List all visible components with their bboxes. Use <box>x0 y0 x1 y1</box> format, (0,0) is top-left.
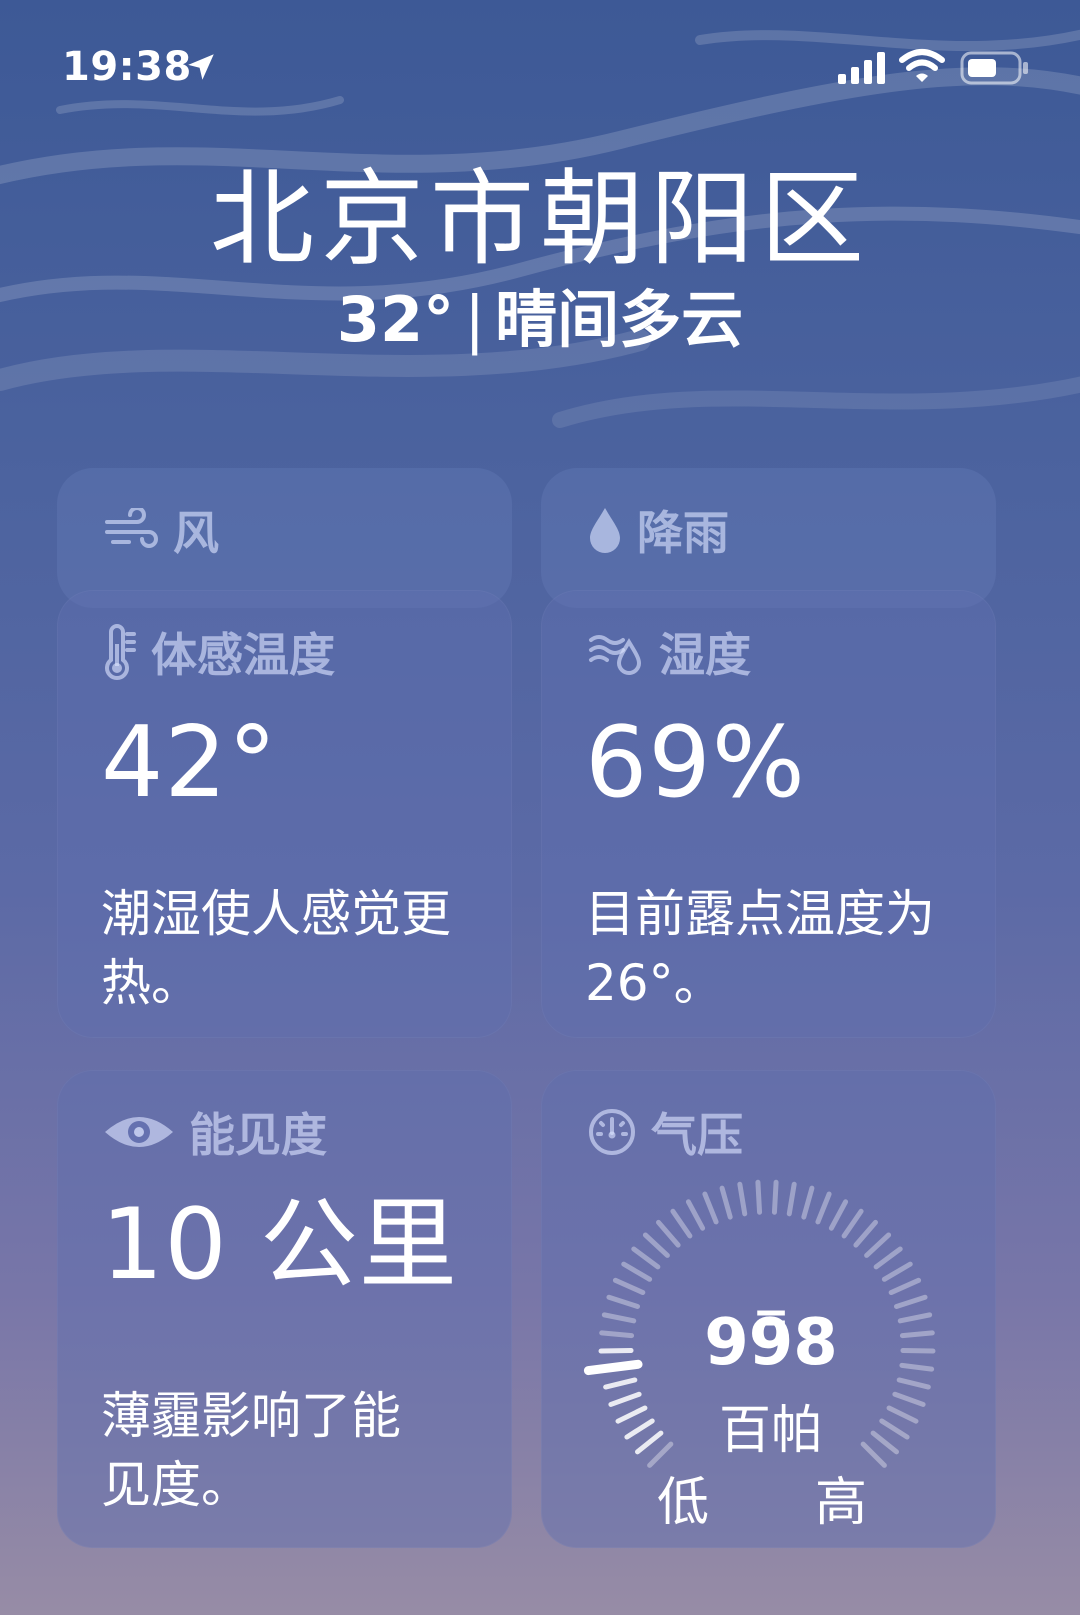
gauge-tick <box>737 1181 748 1217</box>
status-time: 19:38 <box>62 44 192 90</box>
humidity-label: 湿度 <box>659 628 751 682</box>
gauge-tick <box>631 1246 661 1270</box>
raindrop-icon <box>590 508 620 553</box>
gauge-tick <box>670 1208 693 1239</box>
visibility-card-header: 能见度 <box>103 1102 327 1162</box>
humidity-description: 目前露点温度为 26°。 <box>585 885 935 1012</box>
visibility-card[interactable]: 能见度 10 公里 薄霾影响了能见度。 <box>57 1070 512 1548</box>
location-title: 北京市朝阳区 <box>209 158 870 280</box>
gauge-tick <box>815 1191 832 1225</box>
gauge-tick <box>873 1246 903 1270</box>
wind-card-header: 风 <box>103 500 219 560</box>
battery-icon <box>960 51 1028 85</box>
precipitation-card-header: 降雨 <box>587 500 729 560</box>
precipitation-card[interactable]: 降雨 <box>541 468 996 608</box>
feels-like-description: 潮湿使人感觉更热。 <box>101 885 451 1012</box>
gauge-tick <box>603 1377 638 1390</box>
humidity-icon <box>589 635 642 675</box>
humidity-value: 69% <box>585 706 806 820</box>
pressure-unit: 百帕 <box>718 1401 823 1461</box>
visibility-description: 薄霾影响了能见度。 <box>101 1387 401 1514</box>
gauge-tick <box>621 1261 653 1282</box>
gauge-tick <box>841 1208 864 1239</box>
pressure-value: 998 <box>704 1306 838 1380</box>
gauge-tick <box>771 1179 779 1215</box>
current-summary: 32° | 晴间多云 <box>0 283 1080 356</box>
pressure-low-label: 低 <box>657 1473 710 1533</box>
gauge-tick <box>828 1199 849 1231</box>
precipitation-label: 降雨 <box>637 506 729 560</box>
visibility-label: 能见度 <box>189 1108 327 1162</box>
gauge-tick <box>685 1199 706 1231</box>
wind-label: 风 <box>173 506 219 560</box>
gauge-tick <box>656 1219 681 1248</box>
gauge-tick <box>612 1277 646 1296</box>
summary-separator: | <box>464 283 486 356</box>
feels-like-card[interactable]: 体感温度 42° 潮湿使人感觉更热。 <box>57 590 512 1038</box>
humidity-card-header: 湿度 <box>587 622 751 682</box>
gauge-tick <box>801 1185 815 1220</box>
feels-like-value: 42° <box>101 706 278 820</box>
location-arrow-icon <box>188 54 214 80</box>
gauge-tick <box>881 1261 913 1282</box>
pressure-card[interactable]: 气压 = 998 百帕 低 高 <box>541 1070 996 1548</box>
humidity-card[interactable]: 湿度 69% 目前露点温度为 26°。 <box>541 590 996 1038</box>
eye-icon <box>105 1117 173 1147</box>
gauge-tick <box>719 1185 733 1220</box>
wifi-icon <box>899 49 945 82</box>
feels-like-card-header: 体感温度 <box>103 622 335 682</box>
gauge-tick <box>864 1232 892 1258</box>
cellular-signal-icon <box>838 52 885 84</box>
gauge-tick <box>755 1179 763 1215</box>
current-temperature: 32° <box>336 283 455 356</box>
gauge-tick <box>896 1377 931 1390</box>
gauge-tick <box>702 1191 719 1225</box>
wind-card[interactable]: 风 <box>57 468 512 608</box>
gauge-tick <box>786 1181 797 1217</box>
visibility-value: 10 公里 <box>101 1188 458 1302</box>
thermometer-icon <box>105 624 136 680</box>
status-bar: 19:38 <box>0 0 1080 140</box>
current-condition: 晴间多云 <box>495 283 744 356</box>
wind-icon <box>105 508 158 548</box>
pressure-high-label: 高 <box>815 1473 868 1533</box>
gauge-tick <box>642 1232 670 1258</box>
gauge-tick <box>853 1219 878 1248</box>
gauge-tick <box>888 1277 922 1296</box>
feels-like-label: 体感温度 <box>151 628 335 682</box>
